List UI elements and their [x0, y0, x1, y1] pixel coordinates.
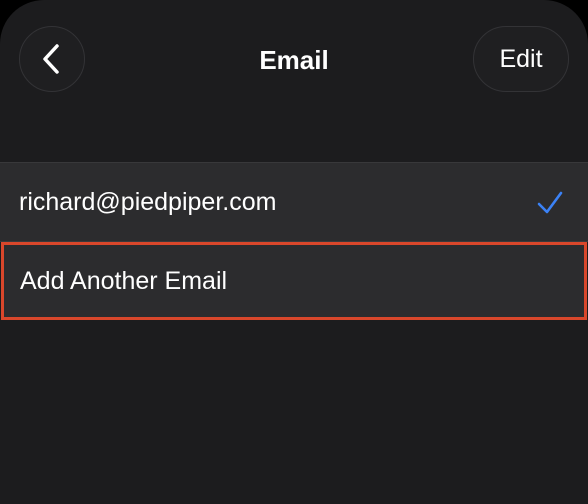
add-another-email-label: Add Another Email: [20, 266, 228, 295]
email-address: richard@piedpiper.com: [19, 187, 277, 216]
add-another-email-button[interactable]: Add Another Email: [1, 242, 587, 320]
checkmark-icon: [537, 191, 563, 214]
navigation-bar: Email Edit: [0, 0, 588, 120]
email-row[interactable]: richard@piedpiper.com: [0, 163, 588, 242]
email-settings-screen: Email Edit richard@piedpiper.com Add Ano…: [0, 0, 588, 504]
email-list: richard@piedpiper.com Add Another Email: [0, 162, 588, 320]
edit-button[interactable]: Edit: [473, 26, 569, 92]
